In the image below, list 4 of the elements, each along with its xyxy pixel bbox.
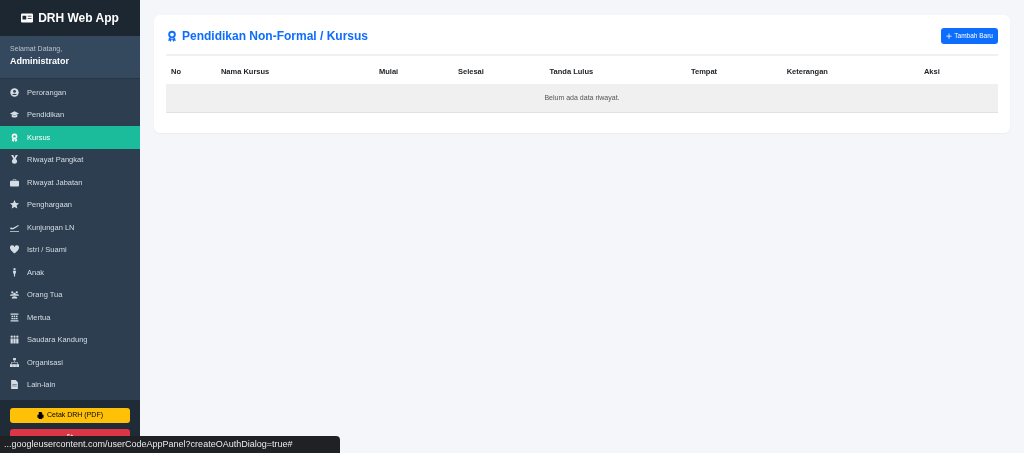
url-tooltip: ...googleusercontent.com/userCodeAppPanel?createOAuthDialog=true# xyxy=(0,435,340,453)
user-name: Administrator xyxy=(10,54,70,68)
page-title: Pendidikan Non-Formal / Kursus xyxy=(182,28,369,45)
brand-title: DRH Web App xyxy=(38,10,119,27)
